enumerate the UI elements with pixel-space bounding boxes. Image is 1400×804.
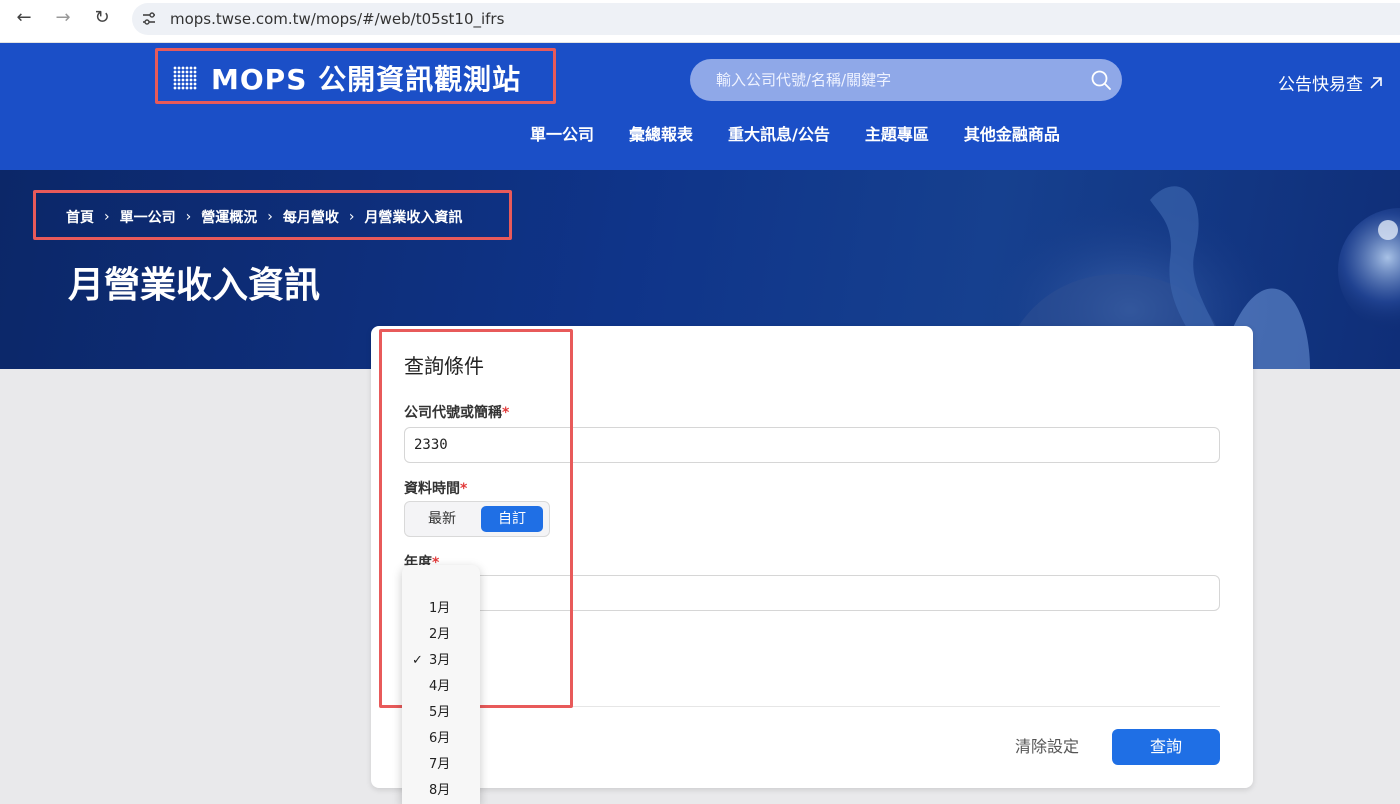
site-settings-icon[interactable] (140, 10, 158, 28)
month-option[interactable]: 2月 (402, 622, 480, 648)
month-dropdown[interactable]: 1月 2月 ✓ 3月 4月 5月 6月 7月 8月 (402, 565, 480, 804)
breadcrumb-highlight-box (33, 190, 512, 240)
back-icon[interactable]: ← (9, 7, 39, 29)
month-option-label: 7月 (429, 757, 451, 772)
menu-item-material-news[interactable]: 重大訊息/公告 (728, 121, 830, 145)
quick-announcement-link[interactable]: 公告快易查 (1278, 70, 1383, 95)
external-arrow-icon (1370, 76, 1382, 89)
main-menu: 單一公司 彙總報表 重大訊息/公告 主題專區 其他金融商品 (530, 121, 1095, 145)
month-option-label: 5月 (429, 705, 451, 720)
menu-item-topics[interactable]: 主題專區 (865, 121, 929, 145)
page-title: 月營業收入資訊 (68, 265, 321, 306)
search-icon[interactable] (1090, 69, 1112, 91)
month-option-selected[interactable]: ✓ 3月 (402, 648, 480, 674)
search-input[interactable] (716, 68, 1076, 92)
forward-icon[interactable]: → (48, 7, 78, 29)
quick-link-label: 公告快易查 (1278, 75, 1363, 95)
month-option-label: 2月 (429, 627, 451, 642)
month-option[interactable]: 8月 (402, 778, 480, 804)
logo-highlight-box (155, 48, 556, 104)
query-button[interactable]: 查詢 (1112, 729, 1220, 765)
month-option[interactable]: 1月 (402, 596, 480, 622)
url-text[interactable]: mops.twse.com.tw/mops/#/web/t05st10_ifrs (170, 10, 504, 28)
address-bar[interactable]: mops.twse.com.tw/mops/#/web/t05st10_ifrs (132, 3, 1400, 35)
month-option[interactable]: 6月 (402, 726, 480, 752)
browser-toolbar: ← → ↻ mops.twse.com.tw/mops/#/web/t05st1… (0, 0, 1400, 43)
month-option[interactable]: 5月 (402, 700, 480, 726)
month-option[interactable]: 7月 (402, 752, 480, 778)
menu-item-summary-reports[interactable]: 彙總報表 (629, 121, 693, 145)
checkmark-icon: ✓ (412, 653, 423, 668)
site-search (690, 59, 1122, 101)
month-option[interactable]: 4月 (402, 674, 480, 700)
month-option-label: 8月 (429, 783, 451, 798)
menu-item-other-products[interactable]: 其他金融商品 (964, 121, 1060, 145)
month-option-label: 6月 (429, 731, 451, 746)
reload-icon[interactable]: ↻ (87, 7, 117, 29)
menu-item-single-company[interactable]: 單一公司 (530, 121, 594, 145)
clear-settings-button[interactable]: 清除設定 (1007, 729, 1087, 765)
month-option-label: 4月 (429, 679, 451, 694)
month-option-label: 3月 (429, 653, 451, 668)
month-option-label: 1月 (429, 601, 451, 616)
